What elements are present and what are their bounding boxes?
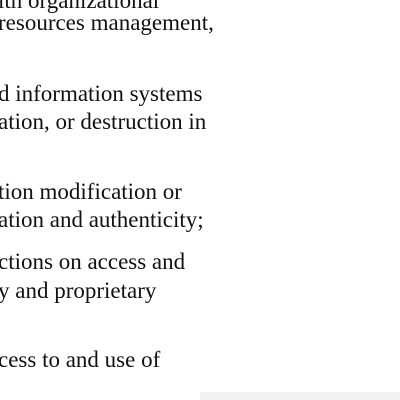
text-line: ation, or destruction in [0, 109, 207, 134]
text-line: y and proprietary [0, 278, 157, 303]
text-line: tion modification or [0, 179, 182, 204]
text-line: cess to and use of [0, 347, 161, 372]
page-edge-shade [200, 392, 400, 400]
text-line: ctions on access and [0, 249, 186, 274]
text-line: ation and authenticity; [0, 207, 204, 232]
text-line: d information systems [0, 81, 203, 106]
text-line: resources management, [0, 10, 214, 35]
document-page: ith organizational resources management,… [0, 0, 400, 400]
